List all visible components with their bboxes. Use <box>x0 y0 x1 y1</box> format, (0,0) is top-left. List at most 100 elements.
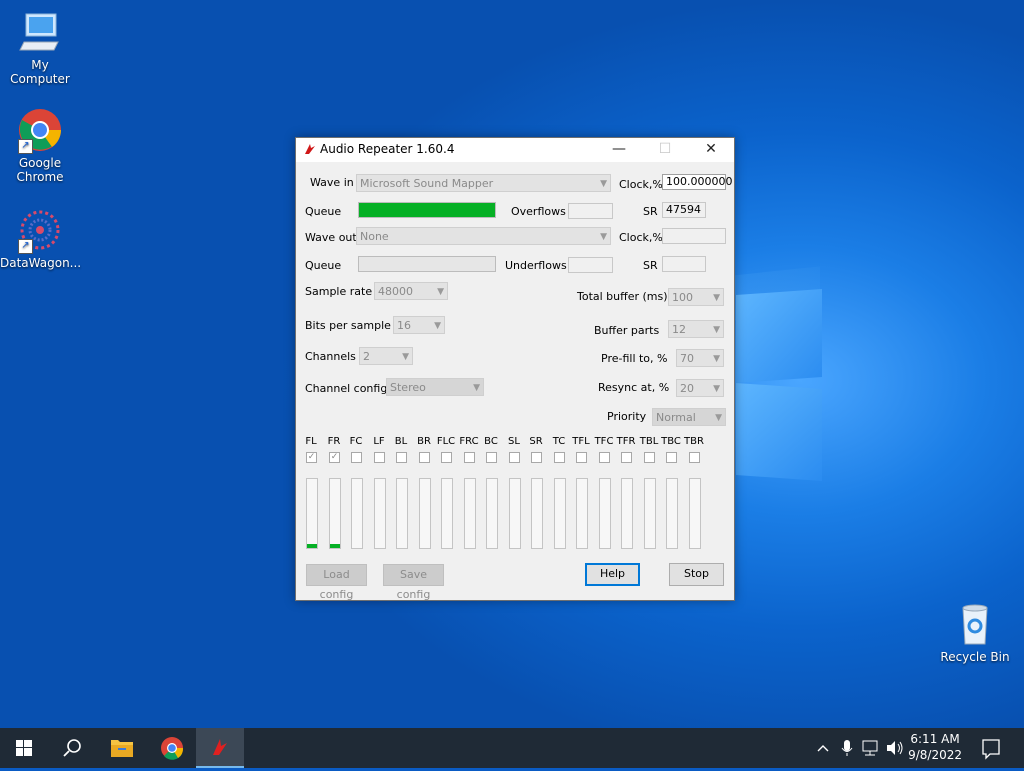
wave-out-select[interactable]: None ▼ <box>356 227 611 245</box>
queue-in-fill <box>359 203 495 217</box>
close-button[interactable]: ✕ <box>688 138 734 162</box>
channel-checkbox-tfl[interactable] <box>576 452 587 463</box>
channel-label-bl: BL <box>394 436 408 447</box>
maximize-icon: ☐ <box>658 141 672 157</box>
save-config-button[interactable]: Save config <box>383 564 444 601</box>
desktop-icon-datawagon[interactable]: ↗ DataWagon... <box>0 206 82 270</box>
chevron-down-icon: ▼ <box>713 325 720 335</box>
desktop-icon-label: DataWagon... <box>0 256 82 270</box>
resync-label: Resync at, % <box>598 381 670 394</box>
channel-level-meter-fc <box>351 478 363 549</box>
audio-repeater-window: Audio Repeater 1.60.4 — ☐ ✕ Wave in Micr… <box>295 137 735 601</box>
sample-rate-select[interactable]: 48000 ▼ <box>374 282 448 300</box>
taskbar-file-explorer[interactable] <box>98 728 146 768</box>
total-buffer-select[interactable]: 100 ▼ <box>668 288 724 306</box>
channel-level-fill <box>330 544 340 548</box>
notification-icon <box>982 739 1000 760</box>
channel-level-meter-frc <box>464 478 476 549</box>
minimize-icon: — <box>612 141 626 157</box>
taskbar-audio-repeater[interactable] <box>196 728 244 768</box>
action-center-button[interactable] <box>968 728 1014 768</box>
load-config-button[interactable]: Load config <box>306 564 367 601</box>
desktop-icon-my-computer[interactable]: My Computer <box>0 8 80 86</box>
microphone-icon[interactable] <box>836 728 858 768</box>
search-icon <box>63 739 81 757</box>
priority-select[interactable]: Normal ▼ <box>652 408 726 426</box>
channel-level-meter-tbc <box>666 478 678 549</box>
shortcut-arrow-icon: ↗ <box>18 239 33 254</box>
channel-label-lf: LF <box>373 436 385 447</box>
channel-checkbox-tbr[interactable] <box>689 452 700 463</box>
wave-out-value: None <box>360 230 389 243</box>
clock-out-label: Clock,% <box>619 231 663 244</box>
chevron-down-icon: ▼ <box>600 179 607 189</box>
channel-checkbox-tfr[interactable] <box>621 452 632 463</box>
channel-checkbox-flc[interactable] <box>441 452 452 463</box>
stop-button[interactable]: Stop <box>669 563 724 586</box>
channel-checkbox-tbl[interactable] <box>644 452 655 463</box>
total-buffer-value: 100 <box>672 291 693 304</box>
channel-checkbox-fc[interactable] <box>351 452 362 463</box>
channel-checkbox-fr[interactable]: ✓ <box>329 452 340 463</box>
channel-config-select[interactable]: Stereo ▼ <box>386 378 484 396</box>
channel-level-meter-bl <box>396 478 408 549</box>
channel-level-meter-tbl <box>644 478 656 549</box>
channel-checkbox-frc[interactable] <box>464 452 475 463</box>
channel-config-value: Stereo <box>390 381 426 394</box>
clock-in-field[interactable]: 100.000000 <box>662 174 732 190</box>
channels-select[interactable]: 2 ▼ <box>359 347 413 365</box>
total-buffer-label: Total buffer (ms) <box>577 290 668 303</box>
channel-level-fill <box>307 544 317 548</box>
bits-per-sample-select[interactable]: 16 ▼ <box>393 316 445 334</box>
help-button[interactable]: Help <box>585 563 640 586</box>
desktop-icon-google-chrome[interactable]: ↗ Google Chrome <box>0 106 80 184</box>
channels-value: 2 <box>363 350 370 363</box>
channel-config-label: Channel config <box>305 382 388 395</box>
channel-label-sr: SR <box>529 436 543 447</box>
chevron-down-icon: ▼ <box>434 321 441 331</box>
chevron-up-icon[interactable] <box>812 728 834 768</box>
clock-out-field[interactable] <box>662 228 726 244</box>
channel-label-tbr: TBR <box>684 436 704 447</box>
queue-out-bar <box>358 256 496 272</box>
start-button[interactable] <box>0 728 48 768</box>
chevron-down-icon: ▼ <box>713 354 720 364</box>
channel-level-meter-fr <box>329 478 341 549</box>
channel-label-fl: FL <box>305 436 317 447</box>
prefill-value: 70 <box>680 352 694 365</box>
clock-time: 6:11 AM <box>910 732 960 746</box>
wave-out-label: Wave out <box>305 231 357 244</box>
channel-level-meter-tfc <box>599 478 611 549</box>
sr-in-label: SR <box>643 205 658 218</box>
resync-value: 20 <box>680 382 694 395</box>
network-icon[interactable] <box>860 728 882 768</box>
taskbar-clock[interactable]: 6:11 AM 9/8/2022 <box>908 731 962 763</box>
taskbar-chrome[interactable] <box>148 728 196 768</box>
search-button[interactable] <box>48 728 96 768</box>
desktop-icon-recycle-bin[interactable]: Recycle Bin <box>935 600 1015 664</box>
volume-icon[interactable] <box>884 728 906 768</box>
channel-checkbox-bc[interactable] <box>486 452 497 463</box>
title-bar[interactable]: Audio Repeater 1.60.4 — ☐ ✕ <box>296 138 734 162</box>
channel-checkbox-tfc[interactable] <box>599 452 610 463</box>
channel-checkbox-lf[interactable] <box>374 452 385 463</box>
datawagon-icon: ↗ <box>16 206 64 254</box>
close-icon: ✕ <box>705 141 717 157</box>
channel-checkbox-fl[interactable]: ✓ <box>306 452 317 463</box>
minimize-button[interactable]: — <box>596 138 642 162</box>
wave-in-select[interactable]: Microsoft Sound Mapper ▼ <box>356 174 611 192</box>
channel-checkbox-tbc[interactable] <box>666 452 677 463</box>
channel-checkbox-sr[interactable] <box>531 452 542 463</box>
maximize-button[interactable]: ☐ <box>642 138 688 162</box>
channel-checkbox-br[interactable] <box>419 452 430 463</box>
prefill-select[interactable]: 70 ▼ <box>676 349 724 367</box>
channel-checkbox-tc[interactable] <box>554 452 565 463</box>
bits-per-sample-label: Bits per sample <box>305 319 391 332</box>
logo-pane-bottom <box>736 382 822 482</box>
channel-checkbox-sl[interactable] <box>509 452 520 463</box>
resync-select[interactable]: 20 ▼ <box>676 379 724 397</box>
channels-label: Channels <box>305 350 356 363</box>
buffer-parts-select[interactable]: 12 ▼ <box>668 320 724 338</box>
channel-checkbox-bl[interactable] <box>396 452 407 463</box>
system-tray <box>812 728 908 768</box>
